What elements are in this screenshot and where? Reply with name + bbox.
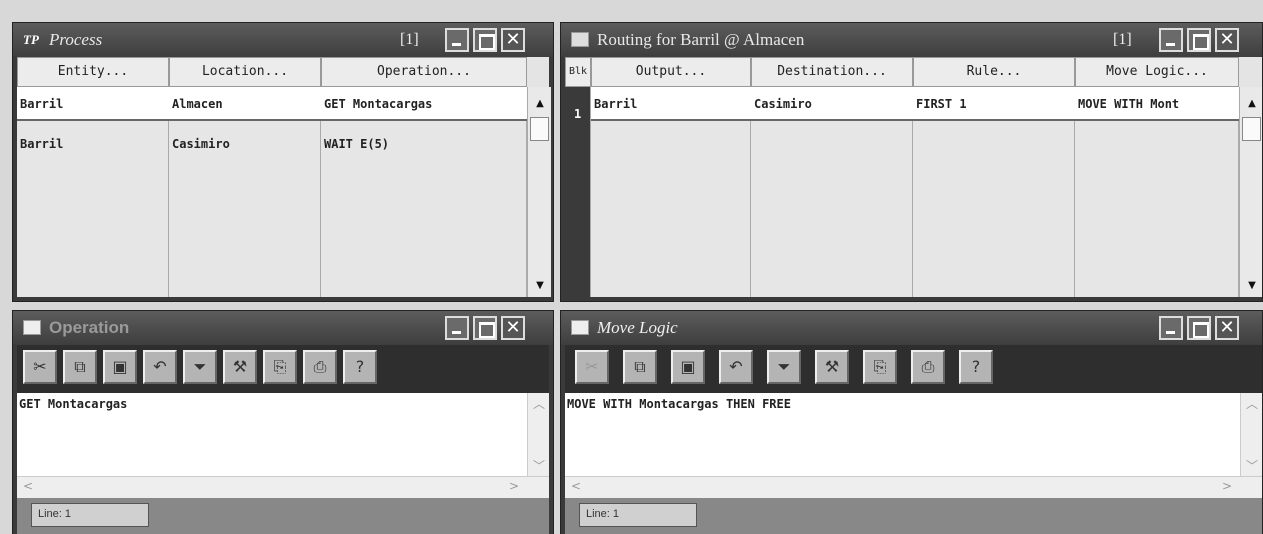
scroll-left-icon[interactable]: < (23, 479, 33, 493)
cut-icon[interactable]: ✂ (575, 350, 609, 384)
column-header-operation[interactable]: Operation... (321, 57, 527, 87)
insert-icon[interactable]: ⎘ (863, 350, 897, 384)
column-header-output[interactable]: Output... (591, 57, 751, 87)
minimize-button[interactable] (1159, 28, 1183, 52)
scroll-up-icon[interactable]: ︿ (1246, 395, 1258, 412)
column-header-move-logic[interactable]: Move Logic... (1075, 57, 1239, 87)
paste-icon[interactable]: ▣ (671, 350, 705, 384)
build-icon[interactable]: ⚒ (815, 350, 849, 384)
scroll-up-icon[interactable]: ▲ (1245, 97, 1259, 111)
routing-grid: Blk Output... Destination... Rule... Mov… (565, 57, 1262, 297)
help-icon[interactable]: ? (343, 350, 377, 384)
print-icon[interactable]: ⎙ (911, 350, 945, 384)
vertical-scrollbar[interactable]: ▲ ▼ (527, 87, 551, 297)
routing-app-icon (571, 32, 589, 47)
maximize-button[interactable] (1187, 28, 1211, 52)
cell-output[interactable]: Barril (591, 97, 749, 111)
close-button[interactable]: ✕ (1215, 28, 1239, 52)
move-logic-title: Move Logic (597, 318, 678, 337)
maximize-button[interactable] (1187, 316, 1211, 340)
process-window: TP Process [1] ✕ Entity... Location... O… (12, 22, 554, 302)
column-header-destination[interactable]: Destination... (751, 57, 913, 87)
routing-window: Routing for Barril @ Almacen [1] ✕ Blk O… (560, 22, 1263, 302)
copy-icon[interactable]: ⧉ (63, 350, 97, 384)
scroll-down-icon[interactable]: ﹀ (533, 457, 545, 474)
cell-entity[interactable]: Barril (17, 137, 167, 151)
scroll-down-icon[interactable]: ﹀ (1246, 457, 1258, 474)
help-icon[interactable]: ? (959, 350, 993, 384)
cell-entity[interactable]: Barril (17, 97, 167, 111)
operation-window: Operation ✕ ✂ ⧉ ▣ ↶ ⏷ ⚒ ⎘ ⎙ ? GET Montac… (12, 310, 554, 534)
copy-icon[interactable]: ⧉ (623, 350, 657, 384)
scroll-down-icon[interactable]: ▼ (1245, 279, 1259, 293)
cell-operation[interactable]: WAIT E(5) (321, 137, 525, 151)
scroll-up-icon[interactable]: ︿ (533, 395, 545, 412)
process-app-icon: TP (23, 32, 39, 47)
filter-icon[interactable]: ⏷ (183, 350, 217, 384)
print-icon[interactable]: ⎙ (303, 350, 337, 384)
cell-destination[interactable]: Casimiro (751, 97, 911, 111)
move-logic-window: Move Logic ✕ ✂ ⧉ ▣ ↶ ⏷ ⚒ ⎘ ⎙ ? MOVE WITH… (560, 310, 1263, 534)
process-count: [1] (400, 31, 419, 48)
process-title: Process (49, 30, 103, 49)
column-header-block[interactable]: Blk (565, 57, 591, 87)
undo-icon[interactable]: ↶ (143, 350, 177, 384)
cell-operation[interactable]: GET Montacargas (321, 97, 525, 111)
operation-app-icon (23, 320, 41, 335)
minimize-button[interactable] (445, 316, 469, 340)
operation-editor[interactable]: GET Montacargas ︿ ﹀ < > (17, 393, 549, 498)
cell-move-logic[interactable]: MOVE WITH Mont (1075, 97, 1237, 111)
column-header-rule[interactable]: Rule... (913, 57, 1075, 87)
minimize-button[interactable] (445, 28, 469, 52)
process-titlebar[interactable]: TP Process [1] ✕ (13, 23, 553, 57)
filter-icon[interactable]: ⏷ (767, 350, 801, 384)
horizontal-scrollbar[interactable]: < > (17, 476, 549, 498)
status-bar: Line: 1 (17, 498, 549, 534)
status-bar: Line: 1 (565, 498, 1262, 534)
build-icon[interactable]: ⚒ (223, 350, 257, 384)
paste-icon[interactable]: ▣ (103, 350, 137, 384)
move-logic-toolbar: ✂ ⧉ ▣ ↶ ⏷ ⚒ ⎘ ⎙ ? (565, 345, 1262, 393)
routing-titlebar[interactable]: Routing for Barril @ Almacen [1] ✕ (561, 23, 1262, 57)
scroll-thumb[interactable] (530, 117, 549, 141)
cell-rule[interactable]: FIRST 1 (913, 97, 1073, 111)
minimize-button[interactable] (1159, 316, 1183, 340)
scroll-left-icon[interactable]: < (571, 479, 581, 493)
vertical-scrollbar[interactable]: ︿ ﹀ (527, 393, 549, 476)
routing-title: Routing for Barril @ Almacen (597, 30, 805, 49)
operation-title: Operation (49, 318, 130, 337)
close-button[interactable]: ✕ (1215, 316, 1239, 340)
operation-toolbar: ✂ ⧉ ▣ ↶ ⏷ ⚒ ⎘ ⎙ ? (17, 345, 549, 393)
routing-count: [1] (1113, 31, 1132, 48)
process-grid: Entity... Location... Operation... Barri… (17, 57, 551, 297)
scroll-thumb[interactable] (1242, 117, 1261, 141)
insert-icon[interactable]: ⎘ (263, 350, 297, 384)
operation-code[interactable]: GET Montacargas (19, 397, 127, 411)
cut-icon[interactable]: ✂ (23, 350, 57, 384)
scroll-right-icon[interactable]: > (509, 479, 519, 493)
maximize-button[interactable] (473, 28, 497, 52)
cell-location[interactable]: Almacen (169, 97, 319, 111)
column-header-location[interactable]: Location... (169, 57, 321, 87)
operation-titlebar[interactable]: Operation ✕ (13, 311, 553, 345)
vertical-scrollbar[interactable]: ︿ ﹀ (1240, 393, 1262, 476)
cell-block[interactable]: 1 (571, 107, 581, 121)
close-button[interactable]: ✕ (501, 28, 525, 52)
move-logic-app-icon (571, 320, 589, 335)
scroll-right-icon[interactable]: > (1222, 479, 1232, 493)
horizontal-scrollbar[interactable]: < > (565, 476, 1262, 498)
move-logic-titlebar[interactable]: Move Logic ✕ (561, 311, 1262, 345)
scroll-down-icon[interactable]: ▼ (533, 279, 547, 293)
move-logic-editor[interactable]: MOVE WITH Montacargas THEN FREE ︿ ﹀ < > (565, 393, 1262, 498)
move-logic-code[interactable]: MOVE WITH Montacargas THEN FREE (567, 397, 791, 411)
vertical-scrollbar[interactable]: ▲ ▼ (1239, 87, 1262, 297)
line-indicator: Line: 1 (31, 503, 149, 527)
close-button[interactable]: ✕ (501, 316, 525, 340)
undo-icon[interactable]: ↶ (719, 350, 753, 384)
scroll-up-icon[interactable]: ▲ (533, 97, 547, 111)
cell-location[interactable]: Casimiro (169, 137, 319, 151)
column-header-entity[interactable]: Entity... (17, 57, 169, 87)
maximize-button[interactable] (473, 316, 497, 340)
line-indicator: Line: 1 (579, 503, 697, 527)
